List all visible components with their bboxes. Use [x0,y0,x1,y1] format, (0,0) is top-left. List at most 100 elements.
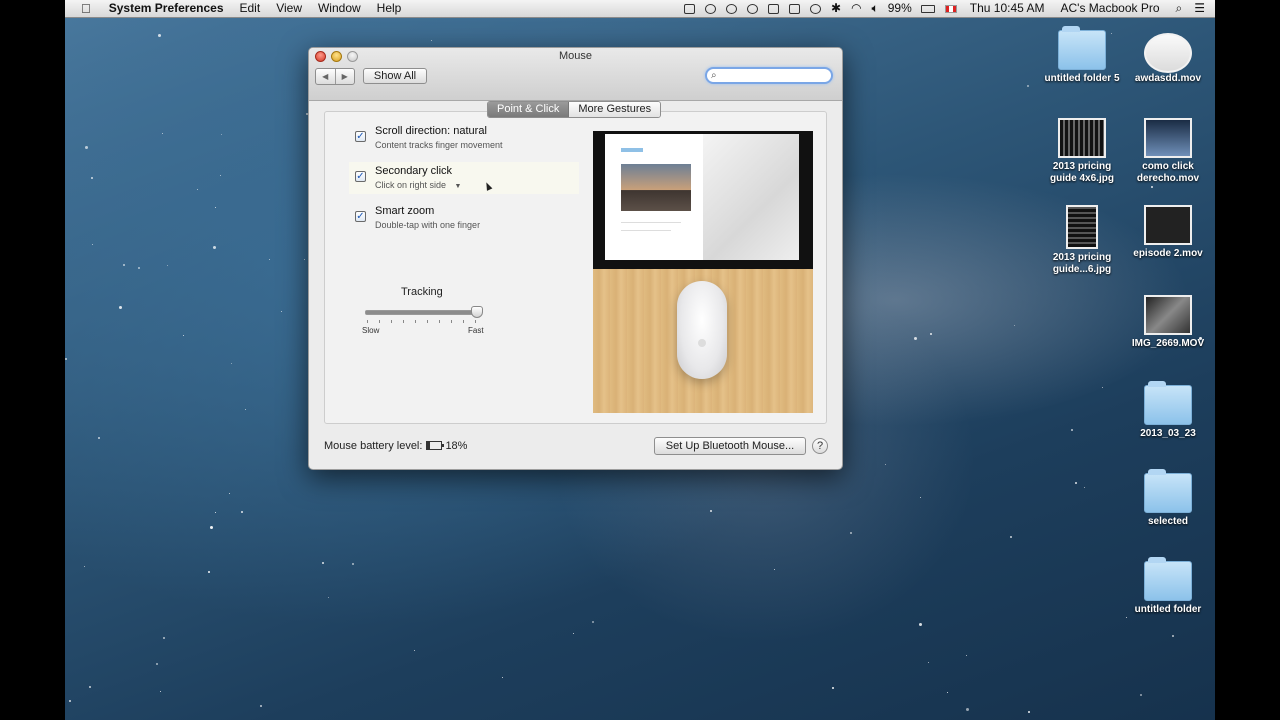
airplay-icon[interactable] [789,3,800,14]
star [1172,635,1174,637]
battery-icon [426,440,445,450]
tab-more-gestures[interactable]: More Gestures [569,102,661,117]
bluetooth-icon[interactable]: ✱ [826,0,846,17]
battery-icon[interactable] [920,4,935,13]
option-scroll-direction[interactable]: ✓ Scroll direction: natural Content trac… [355,122,585,154]
option-secondary-click[interactable]: ✓ Secondary click Click on right side ▼ [349,162,615,194]
star [1014,325,1015,326]
star [65,358,67,360]
star [1027,85,1029,87]
star [215,512,216,513]
menu-window[interactable]: Window [310,0,369,17]
star [89,686,91,688]
back-arrow-icon[interactable]: ◀ [316,69,335,84]
star [156,663,158,665]
chevron-down-icon[interactable]: ▼ [455,183,462,190]
desktop-icon-img-2669[interactable]: IMG_2669.MOV [1128,295,1208,350]
gear-icon[interactable] [747,3,758,14]
desktop-icon-untitled-folder[interactable]: untitled folder [1128,557,1208,616]
tracking-tick [367,320,368,323]
text-line [621,230,671,231]
setup-bluetooth-mouse-button[interactable]: Set Up Bluetooth Mouse... [654,437,806,455]
star [1010,536,1012,538]
star [197,189,198,190]
star [221,134,222,135]
forward-arrow-icon[interactable]: ▶ [334,69,355,84]
text-line [621,222,681,223]
menu-list-icon[interactable]: ☰ [1190,0,1215,17]
preview-page-right [703,134,799,260]
checkbox-secondary-click[interactable]: ✓ [355,171,366,182]
cloud-icon[interactable] [726,3,737,14]
menu-view[interactable]: View [268,0,310,17]
desktop-icon-awdasdd-mov[interactable]: awdasdd.mov [1128,30,1208,85]
option-title: Secondary click [375,165,453,177]
spotlight-icon[interactable]: ⌕ [1168,0,1191,17]
secondary-click-dropdown[interactable]: Click on right side [375,180,446,190]
apple-icon[interactable]:  [65,0,101,17]
desktop-icon-2013-03-23[interactable]: 2013_03_23 [1128,381,1208,440]
option-smart-zoom[interactable]: ✓ Smart zoom Double-tap with one finger [355,202,585,234]
menu-edit[interactable]: Edit [232,0,269,17]
sync-icon[interactable] [705,3,716,14]
star [914,337,917,340]
tracking-slider-track[interactable] [365,310,479,315]
mouse-preferences-window: Mouse ◀ ▶ Show All ⌕ Point & Click More … [308,47,843,470]
show-all-button[interactable]: Show All [363,68,427,84]
tracking-max-label: Fast [468,326,484,335]
display-icon[interactable] [768,3,779,14]
desktop-icon-pricing-guide-6[interactable]: 2013 pricing guide...6.jpg [1042,205,1122,276]
star [1028,711,1030,713]
star [885,464,886,465]
time-machine-icon[interactable] [810,3,821,14]
star [220,175,221,176]
star [183,335,184,336]
gesture-preview [593,131,813,413]
tracking-tick [391,320,392,323]
checkbox-scroll-direction[interactable]: ✓ [355,131,366,142]
desktop-icon-selected[interactable]: selected [1128,469,1208,528]
tracking-tick [451,320,452,323]
icon-label: IMG_2669.MOV [1131,338,1205,349]
star [260,705,262,707]
star [167,265,168,266]
icon-label: 2013 pricing guide 4x6.jpg [1050,161,1114,184]
back-forward-control: ◀ ▶ [315,68,355,85]
window-title: Mouse [558,50,593,62]
star [160,691,161,692]
checkbox-smart-zoom[interactable]: ✓ [355,211,366,222]
desktop-icon-untitled-folder-5[interactable]: untitled folder 5 [1042,26,1122,85]
desktop-icon-pricing-guide-4x6[interactable]: 2013 pricing guide 4x6.jpg [1042,118,1122,185]
menu-help[interactable]: Help [369,0,410,17]
option-subtitle[interactable]: Click on right side ▼ [375,180,461,190]
star [119,306,122,309]
search-field[interactable]: ⌕ [705,67,833,84]
flag-icon[interactable] [944,4,957,13]
star [91,177,93,179]
star [123,264,125,266]
search-input[interactable] [723,69,823,82]
help-button[interactable]: ? [812,438,828,454]
cursor-icon [483,181,493,191]
wifi-icon[interactable]: ◠ [846,0,866,17]
clock[interactable]: Thu 10:45 AM [962,0,1053,17]
desktop-icon-episode-2[interactable]: episode 2.mov [1128,205,1208,260]
star [592,621,594,623]
battery-percent[interactable]: 99% [884,0,916,17]
desktop-icon-como-click-derecho[interactable]: como click derecho.mov [1128,118,1208,185]
magic-mouse-image [677,281,727,379]
star [328,597,329,598]
volume-icon[interactable]: 🔈︎ [867,0,884,17]
star [930,333,932,335]
shield-icon[interactable] [684,3,695,14]
tracking-slider-knob[interactable] [471,306,483,318]
folder-icon [1058,26,1106,70]
menu-app-name[interactable]: System Preferences [101,0,232,17]
user-name[interactable]: AC's Macbook Pro [1053,0,1168,17]
star [919,623,922,626]
star [920,497,921,498]
video-thumbnail-icon [1144,295,1192,335]
star [1071,429,1073,431]
tracking-tick [475,320,476,323]
tab-point-and-click[interactable]: Point & Click [488,102,570,117]
